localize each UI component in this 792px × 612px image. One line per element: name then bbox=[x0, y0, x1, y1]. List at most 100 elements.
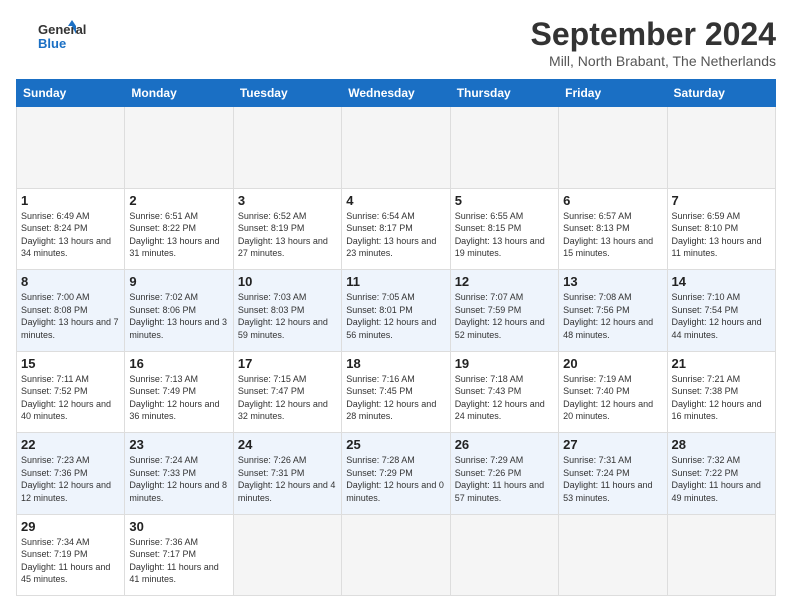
calendar-cell bbox=[17, 107, 125, 189]
calendar-cell: 26 Sunrise: 7:29 AMSunset: 7:26 PMDayligh… bbox=[450, 433, 558, 515]
calendar-cell bbox=[450, 514, 558, 596]
calendar-cell: 8 Sunrise: 7:00 AMSunset: 8:08 PMDaylight… bbox=[17, 270, 125, 352]
day-number: 6 bbox=[563, 193, 662, 208]
day-info: Sunrise: 6:57 AMSunset: 8:13 PMDaylight:… bbox=[563, 210, 662, 260]
day-number: 3 bbox=[238, 193, 337, 208]
day-info: Sunrise: 6:59 AMSunset: 8:10 PMDaylight:… bbox=[672, 210, 771, 260]
day-number: 10 bbox=[238, 274, 337, 289]
svg-text:General: General bbox=[38, 22, 86, 37]
calendar-cell bbox=[342, 514, 450, 596]
day-info: Sunrise: 7:24 AMSunset: 7:33 PMDaylight:… bbox=[129, 454, 228, 504]
calendar-cell: 3 Sunrise: 6:52 AMSunset: 8:19 PMDaylight… bbox=[233, 188, 341, 270]
calendar-cell: 20Sunrise: 7:19 AMSunset: 7:40 PMDayligh… bbox=[559, 351, 667, 433]
page: General Blue September 2024 Mill, North … bbox=[0, 0, 792, 612]
calendar-cell: 6 Sunrise: 6:57 AMSunset: 8:13 PMDaylight… bbox=[559, 188, 667, 270]
day-number: 12 bbox=[455, 274, 554, 289]
calendar-cell: 5 Sunrise: 6:55 AMSunset: 8:15 PMDaylight… bbox=[450, 188, 558, 270]
day-info: Sunrise: 7:13 AMSunset: 7:49 PMDaylight:… bbox=[129, 373, 228, 423]
day-info: Sunrise: 6:52 AMSunset: 8:19 PMDaylight:… bbox=[238, 210, 337, 260]
day-info: Sunrise: 6:51 AMSunset: 8:22 PMDaylight:… bbox=[129, 210, 228, 260]
day-number: 25 bbox=[346, 437, 445, 452]
calendar-header-row: SundayMondayTuesdayWednesdayThursdayFrid… bbox=[17, 80, 776, 107]
day-number: 8 bbox=[21, 274, 120, 289]
calendar-cell: 21Sunrise: 7:21 AMSunset: 7:38 PMDayligh… bbox=[667, 351, 775, 433]
day-number: 14 bbox=[672, 274, 771, 289]
day-info: Sunrise: 6:55 AMSunset: 8:15 PMDaylight:… bbox=[455, 210, 554, 260]
day-number: 24 bbox=[238, 437, 337, 452]
calendar-cell: 17 Sunrise: 7:15 AMSunset: 7:47 PMDayligh… bbox=[233, 351, 341, 433]
calendar-cell: 29Sunrise: 7:34 AMSunset: 7:19 PMDayligh… bbox=[17, 514, 125, 596]
calendar-cell: 14 Sunrise: 7:10 AMSunset: 7:54 PMDayligh… bbox=[667, 270, 775, 352]
day-number: 16 bbox=[129, 356, 228, 371]
day-number: 18 bbox=[346, 356, 445, 371]
day-info: Sunrise: 7:11 AMSunset: 7:52 PMDaylight:… bbox=[21, 373, 120, 423]
calendar-cell bbox=[450, 107, 558, 189]
svg-text:Blue: Blue bbox=[38, 36, 66, 51]
day-info: Sunrise: 7:10 AMSunset: 7:54 PMDaylight:… bbox=[672, 291, 771, 341]
calendar-week-row: 15 Sunrise: 7:11 AMSunset: 7:52 PMDayligh… bbox=[17, 351, 776, 433]
month-title: September 2024 bbox=[531, 16, 776, 53]
day-info: Sunrise: 7:18 AMSunset: 7:43 PMDaylight:… bbox=[455, 373, 554, 423]
calendar-header-tuesday: Tuesday bbox=[233, 80, 341, 107]
location: Mill, North Brabant, The Netherlands bbox=[531, 53, 776, 69]
day-info: Sunrise: 7:23 AMSunset: 7:36 PMDaylight:… bbox=[21, 454, 120, 504]
calendar-cell: 1Sunrise: 6:49 AMSunset: 8:24 PMDaylight… bbox=[17, 188, 125, 270]
calendar-header-monday: Monday bbox=[125, 80, 233, 107]
day-info: Sunrise: 7:32 AMSunset: 7:22 PMDaylight:… bbox=[672, 454, 771, 504]
calendar-cell: 30Sunrise: 7:36 AMSunset: 7:17 PMDayligh… bbox=[125, 514, 233, 596]
day-info: Sunrise: 7:00 AMSunset: 8:08 PMDaylight:… bbox=[21, 291, 120, 341]
calendar-cell bbox=[559, 107, 667, 189]
calendar-cell: 12 Sunrise: 7:07 AMSunset: 7:59 PMDayligh… bbox=[450, 270, 558, 352]
calendar-header-wednesday: Wednesday bbox=[342, 80, 450, 107]
day-number: 13 bbox=[563, 274, 662, 289]
day-number: 27 bbox=[563, 437, 662, 452]
calendar-cell bbox=[667, 107, 775, 189]
calendar-header-sunday: Sunday bbox=[17, 80, 125, 107]
title-block: September 2024 Mill, North Brabant, The … bbox=[531, 16, 776, 69]
day-number: 22 bbox=[21, 437, 120, 452]
day-info: Sunrise: 7:21 AMSunset: 7:38 PMDaylight:… bbox=[672, 373, 771, 423]
day-info: Sunrise: 7:26 AMSunset: 7:31 PMDaylight:… bbox=[238, 454, 337, 504]
calendar-cell bbox=[233, 107, 341, 189]
day-number: 30 bbox=[129, 519, 228, 534]
calendar-cell: 28Sunrise: 7:32 AMSunset: 7:22 PMDayligh… bbox=[667, 433, 775, 515]
logo: General Blue bbox=[16, 16, 96, 56]
calendar-cell: 16 Sunrise: 7:13 AMSunset: 7:49 PMDayligh… bbox=[125, 351, 233, 433]
day-info: Sunrise: 7:08 AMSunset: 7:56 PMDaylight:… bbox=[563, 291, 662, 341]
day-number: 5 bbox=[455, 193, 554, 208]
day-number: 7 bbox=[672, 193, 771, 208]
calendar-week-row: 1Sunrise: 6:49 AMSunset: 8:24 PMDaylight… bbox=[17, 188, 776, 270]
day-info: Sunrise: 6:49 AMSunset: 8:24 PMDaylight:… bbox=[21, 210, 120, 260]
calendar-cell bbox=[342, 107, 450, 189]
day-number: 15 bbox=[21, 356, 120, 371]
day-info: Sunrise: 7:15 AMSunset: 7:47 PMDaylight:… bbox=[238, 373, 337, 423]
calendar-header-friday: Friday bbox=[559, 80, 667, 107]
calendar-cell: 23 Sunrise: 7:24 AMSunset: 7:33 PMDayligh… bbox=[125, 433, 233, 515]
logo-icon: General Blue bbox=[16, 16, 96, 56]
day-number: 2 bbox=[129, 193, 228, 208]
day-number: 26 bbox=[455, 437, 554, 452]
day-info: Sunrise: 7:07 AMSunset: 7:59 PMDaylight:… bbox=[455, 291, 554, 341]
calendar-table: SundayMondayTuesdayWednesdayThursdayFrid… bbox=[16, 79, 776, 596]
day-info: Sunrise: 7:19 AMSunset: 7:40 PMDaylight:… bbox=[563, 373, 662, 423]
calendar-cell: 24 Sunrise: 7:26 AMSunset: 7:31 PMDayligh… bbox=[233, 433, 341, 515]
calendar-week-row bbox=[17, 107, 776, 189]
day-number: 23 bbox=[129, 437, 228, 452]
calendar-header-saturday: Saturday bbox=[667, 80, 775, 107]
calendar-cell: 18Sunrise: 7:16 AMSunset: 7:45 PMDayligh… bbox=[342, 351, 450, 433]
calendar-cell bbox=[559, 514, 667, 596]
day-number: 19 bbox=[455, 356, 554, 371]
calendar-cell: 10Sunrise: 7:03 AMSunset: 8:03 PMDayligh… bbox=[233, 270, 341, 352]
calendar-week-row: 22 Sunrise: 7:23 AMSunset: 7:36 PMDayligh… bbox=[17, 433, 776, 515]
calendar-cell: 11Sunrise: 7:05 AMSunset: 8:01 PMDayligh… bbox=[342, 270, 450, 352]
day-info: Sunrise: 7:02 AMSunset: 8:06 PMDaylight:… bbox=[129, 291, 228, 341]
calendar-cell: 9 Sunrise: 7:02 AMSunset: 8:06 PMDaylight… bbox=[125, 270, 233, 352]
calendar-cell: 25Sunrise: 7:28 AMSunset: 7:29 PMDayligh… bbox=[342, 433, 450, 515]
calendar-cell: 2 Sunrise: 6:51 AMSunset: 8:22 PMDaylight… bbox=[125, 188, 233, 270]
calendar-header-thursday: Thursday bbox=[450, 80, 558, 107]
day-info: Sunrise: 7:29 AMSunset: 7:26 PMDaylight:… bbox=[455, 454, 554, 504]
calendar-week-row: 8 Sunrise: 7:00 AMSunset: 8:08 PMDaylight… bbox=[17, 270, 776, 352]
calendar-cell bbox=[667, 514, 775, 596]
day-number: 17 bbox=[238, 356, 337, 371]
day-number: 9 bbox=[129, 274, 228, 289]
